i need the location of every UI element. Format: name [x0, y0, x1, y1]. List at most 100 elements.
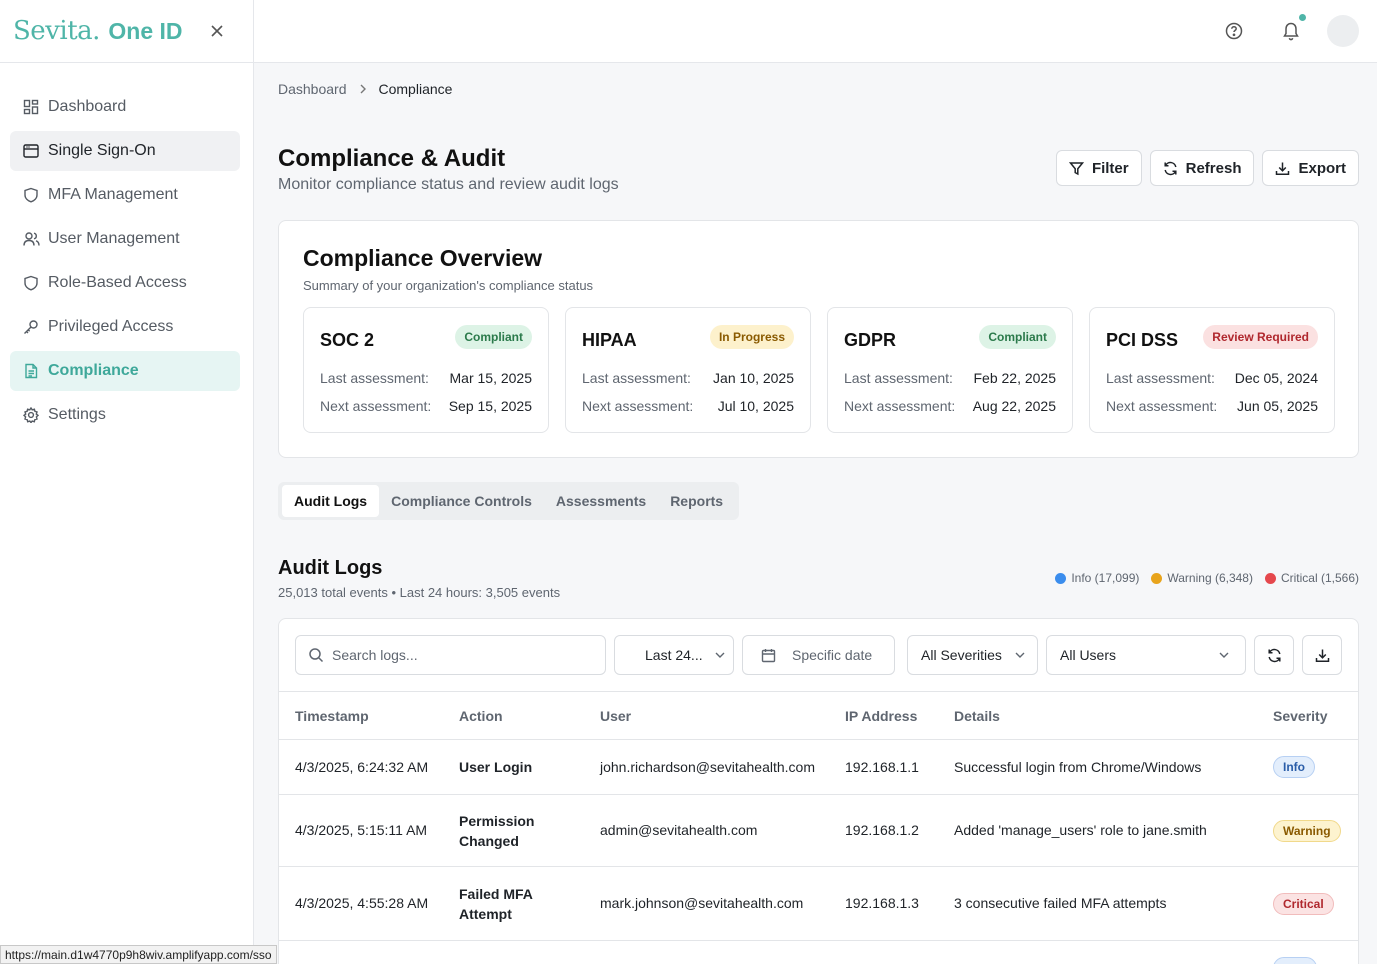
table-row[interactable]: 4/3/2025, 6:24:32 AM User Login john.ric… — [279, 740, 1358, 795]
card-framework-name: PCI DSS — [1106, 330, 1179, 350]
close-sidebar-button[interactable] — [206, 20, 228, 42]
sidebar-item-single-sign-on[interactable]: Single Sign-On — [10, 131, 240, 171]
card-framework-name: SOC 2 — [320, 330, 375, 350]
filter-button-label: Filter — [1091, 159, 1129, 177]
status-badge: Compliant — [979, 325, 1056, 349]
sidebar-item-mfa-management[interactable]: MFA Management — [10, 175, 240, 215]
next-assessment-value: Jul 10, 2025 — [717, 398, 794, 414]
avatar[interactable] — [1327, 15, 1359, 47]
severity-value: All Severities — [921, 647, 1002, 663]
next-assessment-row: Next assessment: Sep 15, 2025 — [320, 398, 532, 414]
sidebar-item-label: Dashboard — [48, 98, 127, 115]
cell-details: 3 consecutive failed MFA attempts — [954, 895, 1167, 911]
audit-logs-summary: 25,013 total events • Last 24 hours: 3,5… — [278, 585, 561, 600]
notification-indicator — [1299, 14, 1306, 21]
date-picker[interactable]: Specific date — [742, 635, 895, 675]
column-header-user[interactable]: User — [600, 708, 631, 724]
date-placeholder: Specific date — [792, 647, 873, 663]
next-assessment-row: Next assessment: Jul 10, 2025 — [582, 398, 794, 414]
users-value: All Users — [1060, 647, 1117, 663]
next-assessment-label: Next assessment: — [582, 398, 694, 414]
cell-timestamp: 4/3/2025, 6:24:32 AM — [295, 759, 429, 775]
sidebar-item-label: Single Sign-On — [48, 142, 156, 159]
table-row[interactable]: 4/3/2025, 5:15:11 AM Permission Changed … — [279, 795, 1358, 867]
column-header-timestamp[interactable]: Timestamp — [295, 708, 369, 724]
brand-product-name: One ID — [108, 17, 183, 44]
filter-button[interactable]: Filter — [1055, 150, 1142, 186]
last-assessment-row: Last assessment: Dec 05, 2024 — [1106, 370, 1318, 386]
next-assessment-value: Jun 05, 2025 — [1237, 398, 1318, 414]
tab-reports[interactable]: Reports — [658, 485, 735, 517]
table-row[interactable] — [279, 941, 1358, 964]
card-framework-name: GDPR — [844, 330, 897, 350]
download-icon — [1315, 649, 1329, 662]
cell-user: admin@sevitahealth.com — [600, 822, 758, 838]
severity-badge: Info — [1273, 756, 1315, 778]
column-header-severity[interactable]: Severity — [1273, 708, 1327, 724]
card-framework-name: HIPAA — [582, 330, 637, 350]
search-input[interactable] — [332, 647, 572, 663]
chevron-right-icon — [359, 82, 367, 97]
sidebar-item-settings[interactable]: Settings — [10, 395, 240, 435]
breadcrumb: Dashboard Compliance — [278, 81, 452, 97]
tab-assessments[interactable]: Assessments — [544, 485, 658, 517]
last-assessment-label: Last assessment: — [582, 370, 691, 386]
compliance-card-hipaa[interactable]: HIPAA In Progress Last assessment: Jan 10… — [565, 307, 811, 433]
table-header: Timestamp Action User IP Address Details… — [279, 691, 1358, 740]
refresh-button-label: Refresh — [1185, 159, 1242, 177]
tab-audit-logs[interactable]: Audit Logs — [282, 485, 380, 517]
legend-item-info: Info (17,099) — [1055, 571, 1139, 585]
help-button[interactable] — [1224, 21, 1244, 41]
calendar-icon — [761, 648, 776, 662]
brand-logo: Sevita — [13, 16, 93, 46]
cell-user: john.richardson@sevitahealth.com — [600, 759, 815, 775]
refresh-button[interactable]: Refresh — [1149, 150, 1255, 186]
notifications-button[interactable] — [1281, 20, 1301, 42]
audit-logs-title: Audit Logs — [278, 557, 383, 579]
sidebar-item-privileged-access[interactable]: Privileged Access — [10, 307, 240, 347]
sidebar-item-user-management[interactable]: User Management — [10, 219, 240, 259]
table-row[interactable]: 4/3/2025, 4:55:28 AM Failed MFA Attempt … — [279, 867, 1358, 941]
column-header-ip-address[interactable]: IP Address — [845, 708, 917, 724]
compliance-card-pci-dss[interactable]: PCI DSS Review Required Last assessment:… — [1089, 307, 1335, 433]
next-assessment-row: Next assessment: Aug 22, 2025 — [844, 398, 1056, 414]
compliance-card-soc2[interactable]: SOC 2 Compliant Last assessment: Mar 15, … — [303, 307, 549, 433]
cell-action: Permission Changed — [459, 813, 535, 849]
download-icon — [1276, 162, 1290, 175]
last-assessment-row: Last assessment: Jan 10, 2025 — [582, 370, 794, 386]
overview-subtitle: Summary of your organization's complianc… — [303, 278, 594, 293]
download-logs-button[interactable] — [1302, 635, 1342, 675]
column-header-action[interactable]: Action — [459, 708, 503, 724]
compliance-tabs: Audit Logs Compliance Controls Assessmen… — [278, 482, 740, 520]
sidebar-item-label: Compliance — [48, 362, 139, 379]
filter-icon — [1068, 161, 1084, 175]
export-button[interactable]: Export — [1262, 150, 1359, 186]
brand-logo-dot: . — [92, 16, 101, 46]
sidebar-item-dashboard[interactable]: Dashboard — [10, 87, 240, 127]
main-content: Dashboard Compliance Compliance & Audit … — [254, 63, 1377, 964]
compliance-card-gdpr[interactable]: GDPR Compliant Last assessment: Feb 22, 2… — [827, 307, 1073, 433]
breadcrumb-home-link[interactable]: Dashboard — [278, 81, 347, 97]
last-assessment-label: Last assessment: — [844, 370, 953, 386]
sidebar-item-role-based-access[interactable]: Role-Based Access — [10, 263, 240, 303]
refresh-logs-button[interactable] — [1254, 635, 1294, 675]
column-header-details[interactable]: Details — [954, 708, 1000, 724]
sidebar-item-label: User Management — [48, 230, 180, 247]
next-assessment-row: Next assessment: Jun 05, 2025 — [1106, 398, 1318, 414]
tab-compliance-controls[interactable]: Compliance Controls — [379, 485, 544, 517]
status-badge: In Progress — [709, 325, 794, 349]
severity-badge: Critical — [1273, 893, 1334, 915]
refresh-icon — [1267, 648, 1281, 662]
sidebar-nav: Dashboard Single Sign-On MFA Management … — [0, 63, 253, 435]
legend-item-critical: Critical (1,566) — [1264, 571, 1359, 585]
page-actions: Filter Refresh Export — [1055, 150, 1359, 186]
overview-title: Compliance Overview — [303, 245, 543, 271]
sidebar-item-compliance[interactable]: Compliance — [10, 351, 240, 391]
sidebar-item-label: Role-Based Access — [48, 274, 187, 291]
time-range-select[interactable]: Last 24... — [614, 635, 734, 675]
last-assessment-label: Last assessment: — [320, 370, 429, 386]
users-select[interactable]: All Users — [1046, 635, 1246, 675]
severity-select[interactable]: All Severities — [907, 635, 1038, 675]
breadcrumb-current: Compliance — [378, 81, 453, 97]
last-assessment-value: Mar 15, 2025 — [449, 370, 533, 386]
